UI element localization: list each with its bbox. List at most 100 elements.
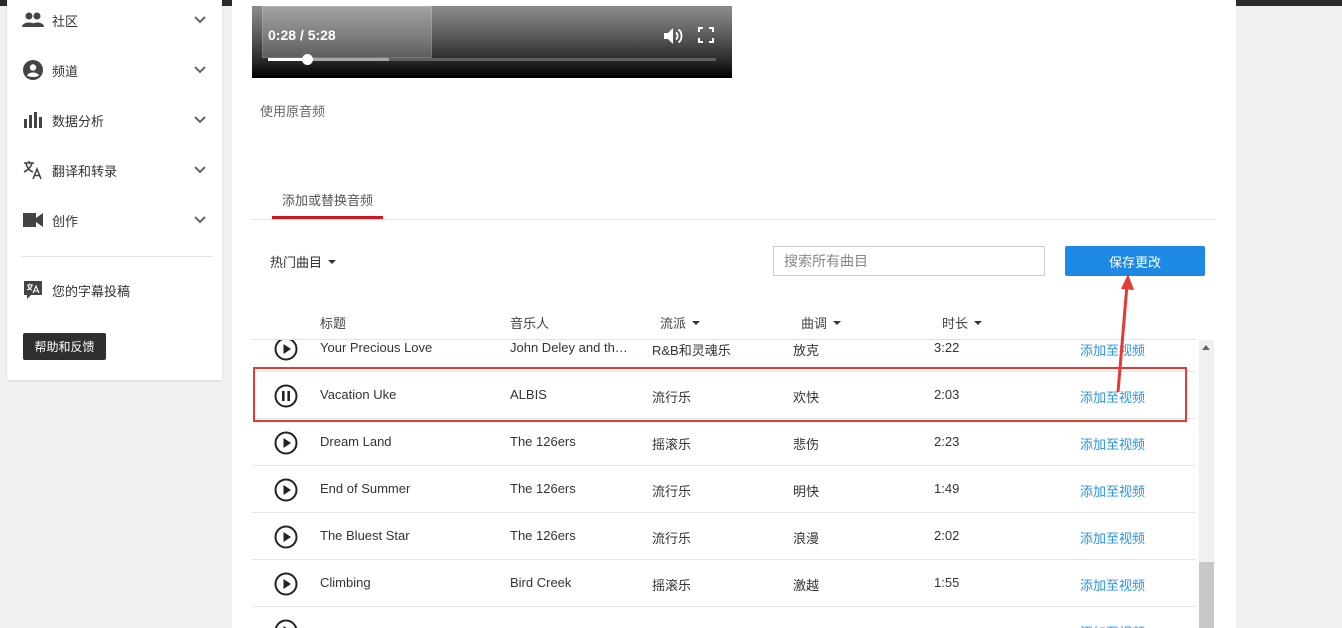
track-title: Climbing <box>320 575 371 590</box>
track-duration: 2:03 <box>934 387 960 402</box>
volume-icon[interactable] <box>664 27 684 45</box>
add-to-video-link[interactable]: 添加至视频 <box>1080 434 1145 453</box>
play-icon[interactable] <box>274 572 298 596</box>
track-row[interactable]: Your Precious Love John Deley and the ...… <box>252 340 1196 372</box>
column-header-genre[interactable]: 流派 <box>660 313 701 332</box>
track-artist: The 126ers <box>510 481 576 496</box>
sidebar-item-analytics[interactable]: 数据分析 <box>7 100 222 140</box>
column-header-mood[interactable]: 曲调 <box>801 313 842 332</box>
search-tracks-input[interactable] <box>773 246 1045 276</box>
chevron-down-icon <box>193 213 207 227</box>
pause-icon[interactable] <box>274 384 298 408</box>
add-to-video-link[interactable]: 添加至视频 <box>1080 528 1145 547</box>
track-list: Your Precious Love John Deley and the ...… <box>252 340 1196 628</box>
add-to-video-link[interactable]: 添加至视频 <box>1080 622 1145 628</box>
chevron-down-icon <box>193 13 207 27</box>
column-duration-label: 时长 <box>942 316 969 331</box>
sidebar-item-label: 数据分析 <box>52 113 105 129</box>
sidebar-item-label: 翻译和转录 <box>52 163 118 179</box>
main-content: 0:28 / 5:28 使用原音频 添加或替换音频 热门曲目 保存更改 标题 音… <box>232 0 1236 628</box>
track-title: End of Summer <box>320 481 411 496</box>
save-changes-button[interactable]: 保存更改 <box>1065 246 1205 276</box>
play-icon[interactable] <box>274 340 298 361</box>
video-camera-icon <box>22 209 44 231</box>
tab-divider <box>252 219 1215 220</box>
add-to-video-link[interactable]: 添加至视频 <box>1080 387 1145 406</box>
scrollbar-thumb[interactable] <box>1199 562 1214 628</box>
translate-icon <box>22 159 44 181</box>
help-feedback-button[interactable]: 帮助和反馈 <box>23 333 106 360</box>
track-artist: The 126ers <box>510 434 576 449</box>
sidebar-item-translations[interactable]: 翻译和转录 <box>7 150 222 190</box>
column-header-title: 标题 <box>320 313 346 332</box>
chevron-down-icon <box>193 113 207 127</box>
play-icon[interactable] <box>274 431 298 455</box>
track-title: The Bluest Star <box>320 528 410 543</box>
track-title: Your Precious Love <box>320 340 433 355</box>
track-genre: 流行乐 <box>652 390 692 405</box>
add-to-video-link[interactable]: 添加至视频 <box>1080 481 1145 500</box>
play-icon[interactable] <box>274 525 298 549</box>
sidebar-item-subtitle-contributions[interactable]: 您的字幕投稿 <box>7 270 222 310</box>
sidebar-item-label: 您的字幕投稿 <box>52 283 131 299</box>
track-artist: ALBIS <box>510 387 547 402</box>
track-mood: 浪漫 <box>793 531 820 546</box>
video-player[interactable]: 0:28 / 5:28 <box>252 6 732 78</box>
column-title-label: 标题 <box>320 316 347 331</box>
track-mood: 明快 <box>793 484 820 499</box>
people-icon <box>22 9 44 31</box>
play-icon[interactable] <box>274 478 298 502</box>
add-to-video-link[interactable]: 添加至视频 <box>1080 340 1145 359</box>
sidebar-item-label: 频道 <box>52 63 79 79</box>
add-to-video-link[interactable]: 添加至视频 <box>1080 575 1145 594</box>
track-duration: 1:49 <box>934 481 960 496</box>
track-title: Dream Land <box>320 434 392 449</box>
track-title: Vacation Uke <box>320 387 397 402</box>
column-genre-label: 流派 <box>660 316 687 331</box>
progress-bar[interactable] <box>268 54 716 65</box>
sidebar-item-label: 创作 <box>52 213 79 229</box>
track-filter-dropdown[interactable]: 热门曲目 <box>270 252 337 271</box>
track-artist: John Deley and the ... <box>510 340 634 355</box>
track-genre: 流行乐 <box>652 484 692 499</box>
caret-down-icon <box>974 320 983 325</box>
original-audio-label: 使用原音频 <box>260 104 326 119</box>
track-list-scrollbar[interactable] <box>1199 340 1214 628</box>
column-artist-label: 音乐人 <box>510 316 550 331</box>
track-duration: 1:55 <box>934 575 960 590</box>
track-mood: 悲伤 <box>793 437 820 452</box>
track-row[interactable]: Vacation Uke ALBIS 流行乐 欢快 2:03 添加至视频 <box>252 372 1196 419</box>
track-genre: 摇滚乐 <box>652 578 692 593</box>
caret-down-icon <box>692 320 701 325</box>
track-row[interactable]: Climbing Bird Creek 摇滚乐 激越 1:55 添加至视频 <box>252 560 1196 607</box>
sidebar-item-community[interactable]: 社区 <box>7 0 222 40</box>
caret-down-icon <box>833 320 842 325</box>
chevron-down-icon <box>193 163 207 177</box>
track-genre: 摇滚乐 <box>652 437 692 452</box>
column-mood-label: 曲调 <box>801 316 828 331</box>
track-row[interactable]: End of Summer The 126ers 流行乐 明快 1:49 添加至视频 <box>252 466 1196 513</box>
track-row[interactable]: The Bluest Star The 126ers 流行乐 浪漫 2:02 添加至视频 <box>252 513 1196 560</box>
track-row[interactable]: Dream Land The 126ers 摇滚乐 悲伤 2:23 添加至视频 <box>252 419 1196 466</box>
play-icon[interactable] <box>274 619 298 628</box>
track-genre: R&B和灵魂乐 <box>652 343 731 358</box>
sidebar-divider <box>22 256 212 257</box>
track-duration: 2:02 <box>934 528 960 543</box>
caret-down-icon <box>328 259 337 264</box>
track-row[interactable]: 添加至视频 <box>252 607 1196 628</box>
sidebar-item-create[interactable]: 创作 <box>7 200 222 240</box>
time-display: 0:28 / 5:28 <box>268 27 336 43</box>
sidebar-item-channel[interactable]: 频道 <box>7 50 222 90</box>
filter-label: 热门曲目 <box>270 255 323 270</box>
scrubber-handle[interactable] <box>302 54 314 65</box>
column-header-artist: 音乐人 <box>510 313 549 332</box>
track-mood: 放克 <box>793 343 820 358</box>
column-header-duration[interactable]: 时长 <box>942 313 983 332</box>
chevron-down-icon <box>193 63 207 77</box>
bar-chart-icon <box>22 109 44 131</box>
fullscreen-icon[interactable] <box>698 27 714 43</box>
scroll-up-arrow-icon[interactable] <box>1202 345 1210 350</box>
subtitles-translate-icon <box>22 279 44 301</box>
track-mood: 欢快 <box>793 390 820 405</box>
track-artist: The 126ers <box>510 528 576 543</box>
